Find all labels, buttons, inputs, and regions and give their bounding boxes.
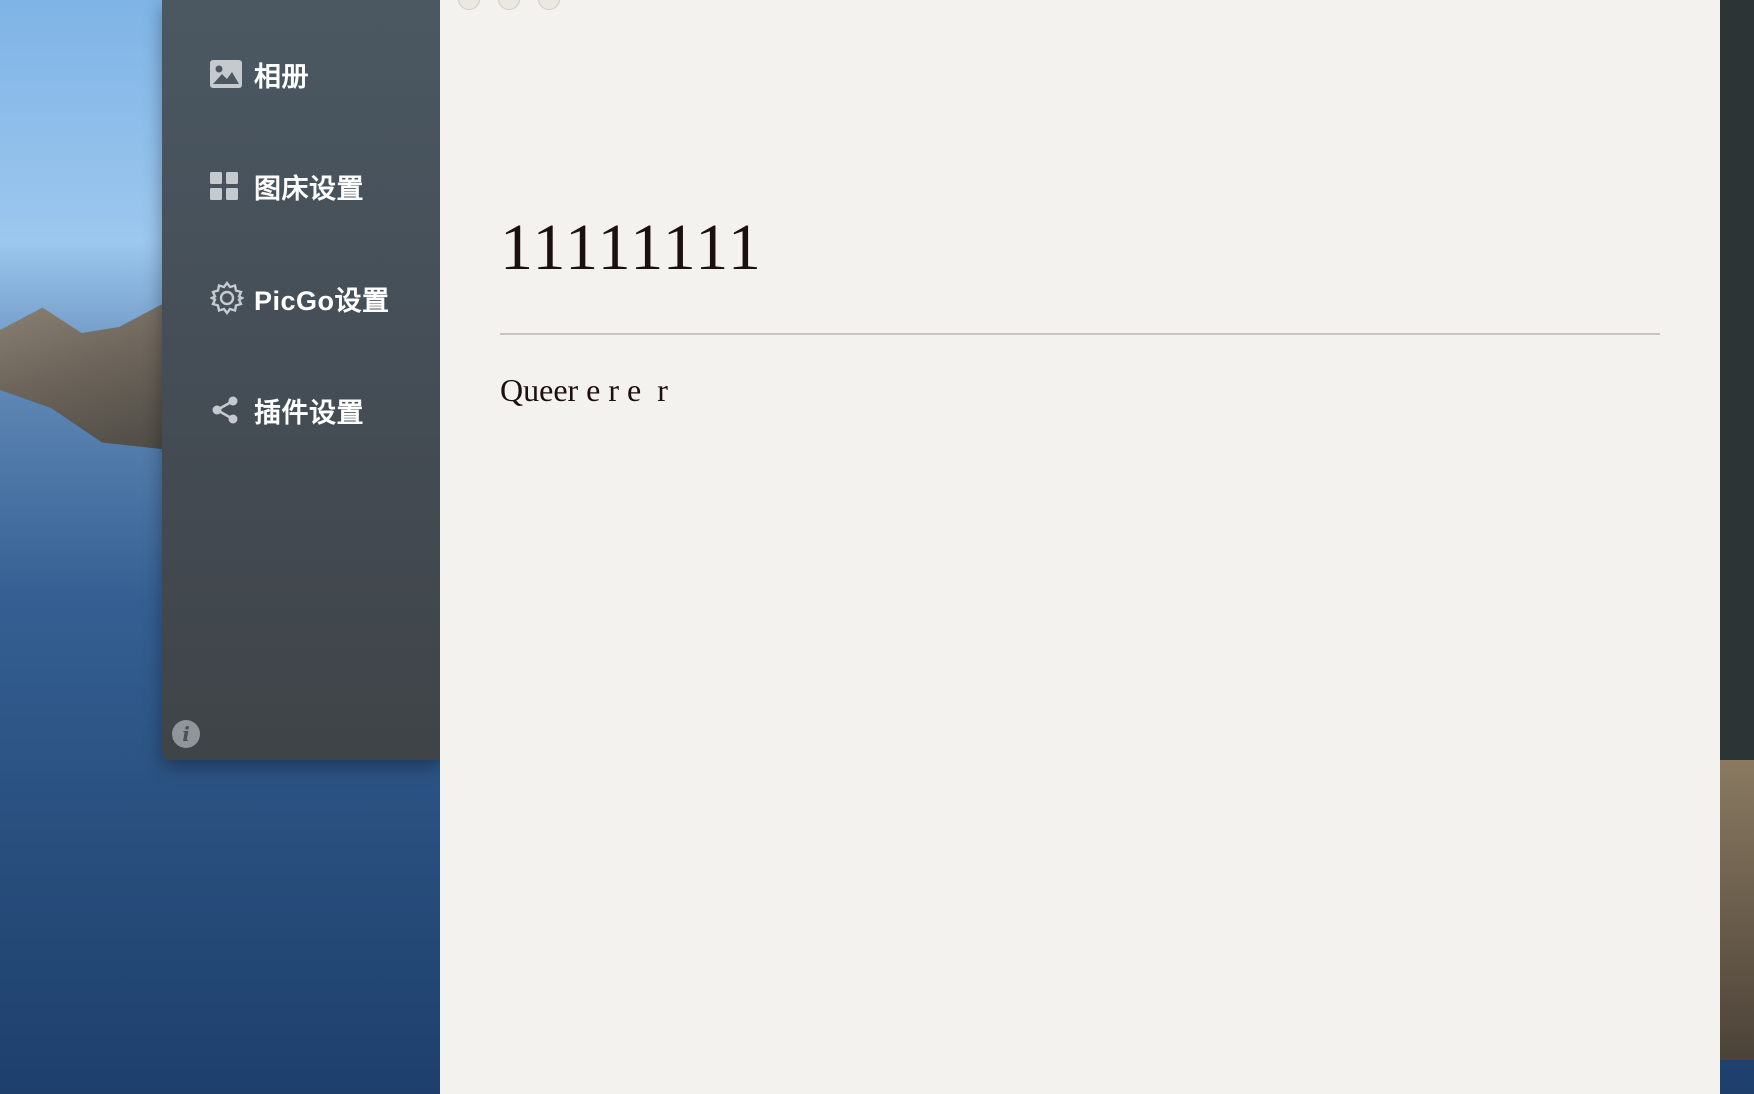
sidebar-item-uploader-settings[interactable]: 图床设置 (210, 166, 364, 206)
share-icon (210, 393, 244, 427)
wallpaper-cliff-right (1714, 760, 1754, 1060)
info-icon[interactable]: i (172, 720, 200, 748)
document-paragraph[interactable]: Queer e r e r (500, 372, 668, 409)
markdown-editor[interactable]: 11111111 Queer e r e r (440, 0, 1720, 1094)
zoom-window-button[interactable] (538, 0, 560, 10)
grid-icon (210, 169, 244, 203)
sidebar-item-album[interactable]: 相册 (210, 54, 309, 94)
window-titlebar (440, 0, 1720, 10)
background-window-edge (1720, 0, 1754, 760)
close-window-button[interactable] (458, 0, 480, 10)
wallpaper-cliff-left (0, 300, 170, 450)
image-icon (210, 57, 244, 91)
sidebar-item-plugin-settings[interactable]: 插件设置 (210, 390, 364, 430)
minimize-window-button[interactable] (498, 0, 520, 10)
sidebar-item-picgo-settings[interactable]: PicGo设置 (210, 278, 390, 318)
sidebar-item-label: PicGo设置 (254, 285, 390, 316)
picgo-sidebar: 相册 图床设置 PicGo设置 插件设置 i (162, 0, 440, 760)
document-heading[interactable]: 11111111 (500, 208, 763, 288)
sidebar-item-label: 相册 (254, 61, 309, 92)
heading-divider (500, 333, 1660, 335)
sidebar-item-label: 插件设置 (254, 397, 364, 428)
gear-icon (210, 281, 244, 315)
sidebar-item-label: 图床设置 (254, 173, 364, 204)
